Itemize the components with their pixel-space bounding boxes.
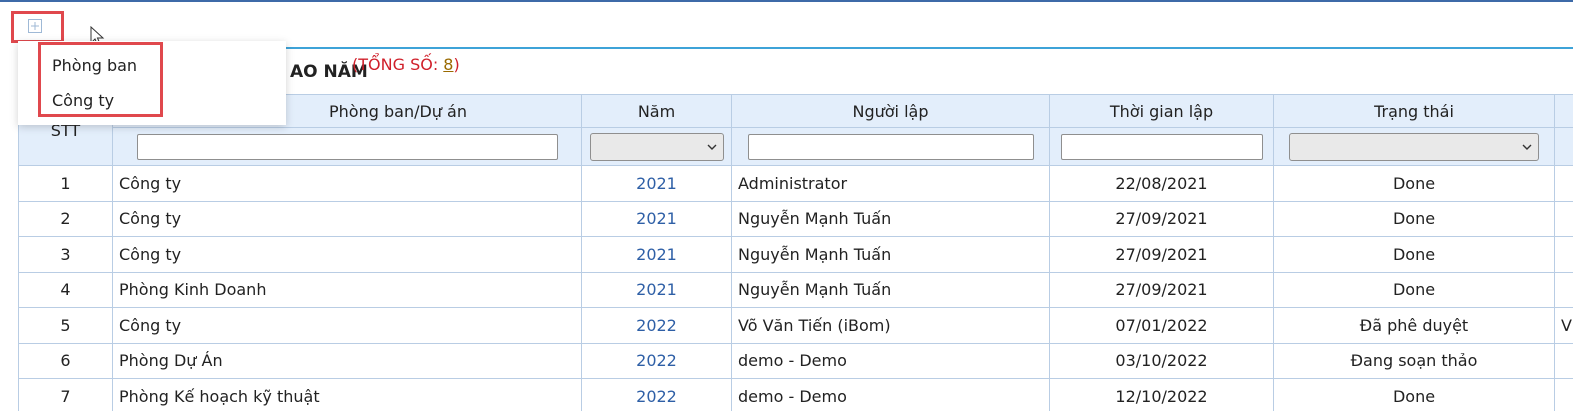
cell-unit: Phòng Dự Án — [112, 342, 582, 379]
table-row[interactable]: 4 Phòng Kinh Doanh 2021 Nguyễn Mạnh Tuấn… — [18, 271, 1573, 308]
cell-status: Đang soạn thảo — [1273, 342, 1555, 379]
cell-creator: Nguyễn Mạnh Tuấn — [731, 200, 1050, 237]
cell-creator: demo - Demo — [731, 342, 1050, 379]
cell-stt: 4 — [18, 271, 113, 308]
cell-extra — [1554, 200, 1573, 237]
column-header-extra — [1554, 94, 1573, 128]
cell-created: 03/10/2022 — [1049, 342, 1274, 379]
filter-cell-creator — [731, 127, 1050, 166]
cell-status: Done — [1273, 165, 1555, 202]
cell-creator: Administrator — [731, 165, 1050, 202]
filter-cell-extra — [1554, 127, 1573, 166]
filter-cell-unit — [112, 127, 582, 166]
top-border — [0, 0, 1573, 2]
total-count-value[interactable]: 8 — [443, 55, 453, 74]
table-row[interactable]: 7 Phòng Kế hoạch kỹ thuật 2022 demo - De… — [18, 378, 1573, 411]
table-row[interactable]: 1 Công ty 2021 Administrator 22/08/2021 … — [18, 165, 1573, 202]
column-header-status: Trạng thái — [1273, 94, 1555, 128]
cell-extra — [1554, 342, 1573, 379]
filter-cell-created — [1049, 127, 1274, 166]
column-header-created: Thời gian lập — [1049, 94, 1274, 128]
highlight-add-button — [11, 11, 64, 43]
cell-unit: Công ty — [112, 165, 582, 202]
cell-creator: Võ Văn Tiến (iBom) — [731, 307, 1050, 344]
total-count: (TỔNG SỐ: 8) — [352, 55, 460, 74]
cell-stt: 7 — [18, 378, 113, 411]
cell-year-link[interactable]: 2022 — [581, 342, 732, 379]
cell-created: 27/09/2021 — [1049, 236, 1274, 273]
cell-created: 07/01/2022 — [1049, 307, 1274, 344]
cell-extra — [1554, 271, 1573, 308]
cell-created: 27/09/2021 — [1049, 200, 1274, 237]
chevron-down-icon — [707, 144, 716, 150]
column-header-creator: Người lập — [731, 94, 1050, 128]
table-row[interactable]: 6 Phòng Dự Án 2022 demo - Demo 03/10/202… — [18, 342, 1573, 379]
table-row[interactable]: 3 Công ty 2021 Nguyễn Mạnh Tuấn 27/09/20… — [18, 236, 1573, 273]
cell-creator: demo - Demo — [731, 378, 1050, 411]
cell-year-link[interactable]: 2021 — [581, 165, 732, 202]
cell-extra: V — [1554, 307, 1573, 344]
cell-status: Đã phê duyệt — [1273, 307, 1555, 344]
cell-creator: Nguyễn Mạnh Tuấn — [731, 236, 1050, 273]
cell-year-link[interactable]: 2021 — [581, 236, 732, 273]
table-row[interactable]: 2 Công ty 2021 Nguyễn Mạnh Tuấn 27/09/20… — [18, 200, 1573, 237]
plan-table: STT Phòng ban/Dự án Năm Người lập Thời g… — [18, 94, 1573, 411]
cell-extra — [1554, 236, 1573, 273]
cell-created: 12/10/2022 — [1049, 378, 1274, 411]
cell-year-link[interactable]: 2021 — [581, 200, 732, 237]
cell-year-link[interactable]: 2021 — [581, 271, 732, 308]
cell-stt: 2 — [18, 200, 113, 237]
filter-cell-year — [581, 127, 732, 166]
filter-status-select[interactable] — [1289, 132, 1539, 161]
cell-stt: 3 — [18, 236, 113, 273]
highlight-menu — [38, 42, 163, 117]
cell-status: Done — [1273, 236, 1555, 273]
cell-unit: Công ty — [112, 200, 582, 237]
cell-unit: Phòng Kinh Doanh — [112, 271, 582, 308]
cell-stt: 1 — [18, 165, 113, 202]
cell-status: Done — [1273, 271, 1555, 308]
cell-stt: 5 — [18, 307, 113, 344]
filter-cell-status — [1273, 127, 1555, 166]
cell-status: Done — [1273, 378, 1555, 411]
cell-stt: 6 — [18, 342, 113, 379]
cell-status: Done — [1273, 200, 1555, 237]
cell-extra — [1554, 165, 1573, 202]
cell-unit: Phòng Kế hoạch kỹ thuật — [112, 378, 582, 411]
table-row[interactable]: 5 Công ty 2022 Võ Văn Tiến (iBom) 07/01/… — [18, 307, 1573, 344]
chevron-down-icon — [1522, 144, 1532, 150]
cell-unit: Công ty — [112, 236, 582, 273]
column-header-year: Năm — [581, 94, 732, 128]
cell-unit: Công ty — [112, 307, 582, 344]
filter-creator-input[interactable] — [747, 133, 1034, 160]
toolbar-divider — [64, 47, 1573, 49]
cell-created: 27/09/2021 — [1049, 271, 1274, 308]
filter-unit-input[interactable] — [136, 133, 558, 160]
cell-extra — [1554, 378, 1573, 411]
filter-created-input[interactable] — [1060, 133, 1263, 160]
cell-year-link[interactable]: 2022 — [581, 378, 732, 411]
cell-creator: Nguyễn Mạnh Tuấn — [731, 271, 1050, 308]
cell-created: 22/08/2021 — [1049, 165, 1274, 202]
filter-year-select[interactable] — [589, 132, 724, 161]
cell-year-link[interactable]: 2022 — [581, 307, 732, 344]
